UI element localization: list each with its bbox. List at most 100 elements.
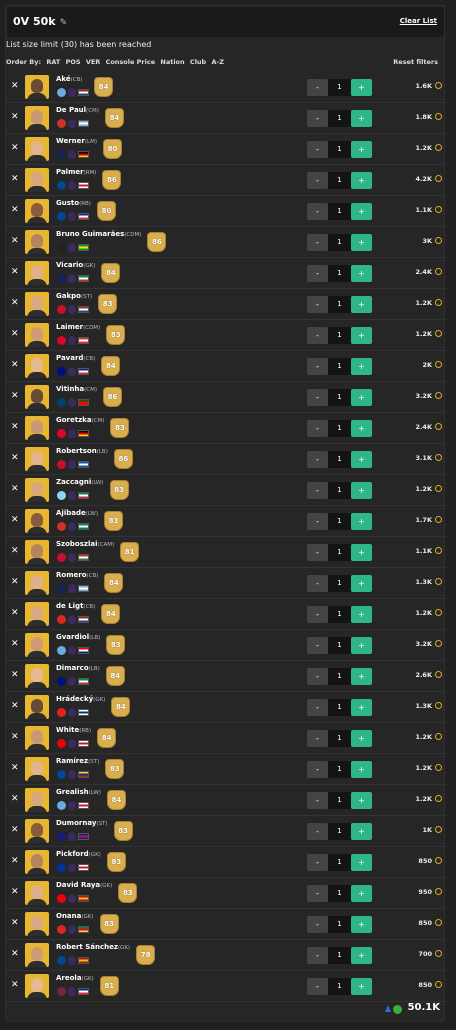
quantity-input[interactable]: 1 (328, 358, 351, 375)
quantity-input[interactable]: 1 (328, 79, 351, 96)
increment-button[interactable]: + (351, 823, 372, 840)
increment-button[interactable]: + (351, 699, 372, 716)
increment-button[interactable]: + (351, 327, 372, 344)
decrement-button[interactable]: - (307, 761, 328, 778)
close-icon[interactable]: ✕ (11, 236, 19, 246)
increment-button[interactable]: + (351, 79, 372, 96)
close-icon[interactable]: ✕ (11, 608, 19, 618)
close-icon[interactable]: ✕ (11, 360, 19, 370)
increment-button[interactable]: + (351, 637, 372, 654)
close-icon[interactable]: ✕ (11, 267, 19, 277)
increment-button[interactable]: + (351, 668, 372, 685)
decrement-button[interactable]: - (307, 389, 328, 406)
close-icon[interactable]: ✕ (11, 825, 19, 835)
pencil-icon[interactable]: ✎ (60, 18, 68, 28)
increment-button[interactable]: + (351, 885, 372, 902)
increment-button[interactable]: + (351, 110, 372, 127)
decrement-button[interactable]: - (307, 823, 328, 840)
close-icon[interactable]: ✕ (11, 422, 19, 432)
decrement-button[interactable]: - (307, 916, 328, 933)
close-icon[interactable]: ✕ (11, 577, 19, 587)
quantity-input[interactable]: 1 (328, 637, 351, 654)
close-icon[interactable]: ✕ (11, 112, 19, 122)
quantity-input[interactable]: 1 (328, 730, 351, 747)
decrement-button[interactable]: - (307, 482, 328, 499)
sort-option-pos[interactable]: POS (66, 58, 81, 66)
quantity-input[interactable]: 1 (328, 668, 351, 685)
decrement-button[interactable]: - (307, 172, 328, 189)
quantity-input[interactable]: 1 (328, 854, 351, 871)
increment-button[interactable]: + (351, 978, 372, 995)
close-icon[interactable]: ✕ (11, 639, 19, 649)
close-icon[interactable]: ✕ (11, 174, 19, 184)
decrement-button[interactable]: - (307, 451, 328, 468)
quantity-input[interactable]: 1 (328, 823, 351, 840)
decrement-button[interactable]: - (307, 854, 328, 871)
decrement-button[interactable]: - (307, 327, 328, 344)
decrement-button[interactable]: - (307, 668, 328, 685)
quantity-input[interactable]: 1 (328, 761, 351, 778)
close-icon[interactable]: ✕ (11, 81, 19, 91)
quantity-input[interactable]: 1 (328, 296, 351, 313)
quantity-input[interactable]: 1 (328, 110, 351, 127)
quantity-input[interactable]: 1 (328, 575, 351, 592)
close-icon[interactable]: ✕ (11, 546, 19, 556)
quantity-input[interactable]: 1 (328, 482, 351, 499)
clear-list-button[interactable]: Clear List (400, 17, 437, 25)
decrement-button[interactable]: - (307, 637, 328, 654)
increment-button[interactable]: + (351, 265, 372, 282)
decrement-button[interactable]: - (307, 234, 328, 251)
close-icon[interactable]: ✕ (11, 484, 19, 494)
quantity-input[interactable]: 1 (328, 885, 351, 902)
decrement-button[interactable]: - (307, 141, 328, 158)
decrement-button[interactable]: - (307, 203, 328, 220)
decrement-button[interactable]: - (307, 699, 328, 716)
increment-button[interactable]: + (351, 389, 372, 406)
increment-button[interactable]: + (351, 296, 372, 313)
close-icon[interactable]: ✕ (11, 856, 19, 866)
quantity-input[interactable]: 1 (328, 327, 351, 344)
decrement-button[interactable]: - (307, 606, 328, 623)
increment-button[interactable]: + (351, 606, 372, 623)
increment-button[interactable]: + (351, 141, 372, 158)
decrement-button[interactable]: - (307, 947, 328, 964)
sort-option-rat[interactable]: RAT (46, 58, 60, 66)
decrement-button[interactable]: - (307, 358, 328, 375)
close-icon[interactable]: ✕ (11, 143, 19, 153)
quantity-input[interactable]: 1 (328, 172, 351, 189)
decrement-button[interactable]: - (307, 885, 328, 902)
list-title[interactable]: 0V 50k ✎ (13, 15, 67, 28)
increment-button[interactable]: + (351, 947, 372, 964)
quantity-input[interactable]: 1 (328, 451, 351, 468)
close-icon[interactable]: ✕ (11, 980, 19, 990)
reset-filters-button[interactable]: Reset filters (393, 58, 438, 66)
close-icon[interactable]: ✕ (11, 298, 19, 308)
quantity-input[interactable]: 1 (328, 606, 351, 623)
quantity-input[interactable]: 1 (328, 265, 351, 282)
quantity-input[interactable]: 1 (328, 513, 351, 530)
increment-button[interactable]: + (351, 761, 372, 778)
quantity-input[interactable]: 1 (328, 699, 351, 716)
close-icon[interactable]: ✕ (11, 205, 19, 215)
sort-option-a-z[interactable]: A-Z (211, 58, 223, 66)
sort-option-club[interactable]: Club (190, 58, 206, 66)
close-icon[interactable]: ✕ (11, 732, 19, 742)
close-icon[interactable]: ✕ (11, 391, 19, 401)
quantity-input[interactable]: 1 (328, 947, 351, 964)
quantity-input[interactable]: 1 (328, 420, 351, 437)
decrement-button[interactable]: - (307, 110, 328, 127)
increment-button[interactable]: + (351, 575, 372, 592)
increment-button[interactable]: + (351, 358, 372, 375)
quantity-input[interactable]: 1 (328, 389, 351, 406)
sort-option-nation[interactable]: Nation (160, 58, 184, 66)
sort-option-ver[interactable]: VER (86, 58, 100, 66)
increment-button[interactable]: + (351, 513, 372, 530)
close-icon[interactable]: ✕ (11, 918, 19, 928)
decrement-button[interactable]: - (307, 79, 328, 96)
increment-button[interactable]: + (351, 544, 372, 561)
close-icon[interactable]: ✕ (11, 887, 19, 897)
increment-button[interactable]: + (351, 420, 372, 437)
quantity-input[interactable]: 1 (328, 978, 351, 995)
quantity-input[interactable]: 1 (328, 916, 351, 933)
close-icon[interactable]: ✕ (11, 949, 19, 959)
